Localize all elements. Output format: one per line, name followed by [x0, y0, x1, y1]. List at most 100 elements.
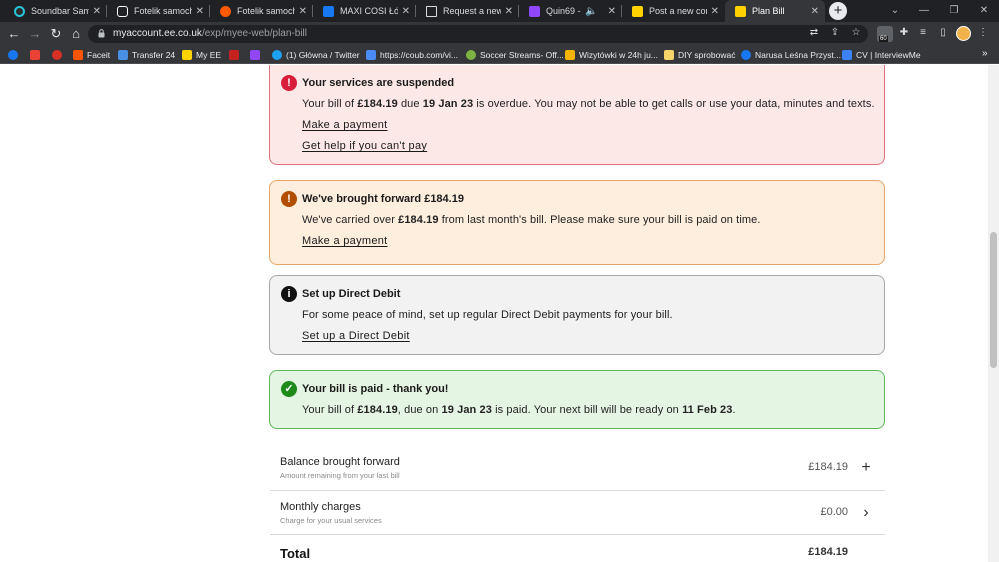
notice-title: We've brought forward £184.19 [302, 193, 464, 205]
close-tab-icon[interactable]: ✕ [299, 6, 307, 17]
coub-icon [366, 50, 376, 60]
share-icon[interactable]: ⇪ [828, 26, 842, 40]
menu-kebab-icon[interactable]: ⋮ [976, 26, 990, 40]
square-outline-icon [117, 5, 128, 17]
total-row: Total £184.19 [270, 543, 885, 562]
bookmark-soccer-streams[interactable]: Soccer Streams- Off... [466, 48, 564, 62]
tab-maxi-cosi[interactable]: MAXI COSI Łóżec ✕ [313, 0, 416, 22]
bookmark-diy[interactable]: DIY sprobować [664, 48, 735, 62]
back-icon[interactable]: ← [4, 24, 24, 44]
address-bar[interactable]: myaccount.ee.co.uk/exp/myee-web/plan-bil… [88, 25, 868, 43]
setup-direct-debit-link[interactable]: Set up a Direct Debit [302, 330, 410, 342]
bookmark-coub[interactable]: https://coub.com/vi... [366, 48, 458, 62]
extensions-puzzle-icon[interactable]: ✚ [897, 26, 911, 40]
pinned-red-icon [229, 50, 239, 60]
profile-avatar[interactable] [956, 26, 971, 41]
tab-fotelik-2[interactable]: Fotelik samochod ✕ [210, 0, 313, 22]
url-text: myaccount.ee.co.uk/exp/myee-web/plan-bil… [113, 28, 307, 39]
ee-icon [735, 5, 746, 17]
bookmark-item[interactable] [30, 48, 44, 62]
home-icon[interactable]: ⌂ [66, 24, 86, 44]
twitter-icon [272, 50, 282, 60]
tab-quin69[interactable]: Quin69 - Twi 🔈 ✕ [519, 0, 622, 22]
make-payment-link[interactable]: Make a payment [302, 119, 388, 131]
tab-request-account[interactable]: Request a new ac ✕ [416, 0, 519, 22]
total-label: Total [280, 546, 311, 561]
bookmark-item[interactable] [52, 48, 66, 62]
gmail-icon [30, 50, 40, 60]
plan-bill-page: ! Your services are suspended Your bill … [0, 65, 988, 562]
notice-title: Set up Direct Debit [302, 288, 401, 300]
tab-search-icon[interactable]: ⌄ [881, 0, 909, 22]
twitch-icon [250, 50, 260, 60]
direct-debit-notice: i Set up Direct Debit For some peace of … [269, 275, 885, 355]
close-tab-icon[interactable]: ✕ [711, 6, 719, 17]
forward-icon[interactable]: → [25, 24, 45, 44]
transfer-icon [118, 50, 128, 60]
bookmark-item[interactable] [250, 48, 264, 62]
bookmark-wizytowki[interactable]: Wizytówki w 24h ju... [565, 48, 658, 62]
mute-icon[interactable]: 🔈 [585, 6, 597, 17]
soccer-icon [466, 50, 476, 60]
media-control-icon[interactable]: ≡ [916, 26, 930, 40]
row-label: Balance brought forward [280, 456, 400, 468]
tab-fotelik-1[interactable]: Fotelik samochod ✕ [107, 0, 210, 22]
info-icon: i [281, 286, 297, 302]
interviewme-icon [842, 50, 852, 60]
bookmark-faceit[interactable]: Faceit [73, 48, 110, 62]
facebook-icon [8, 50, 18, 60]
balance-brought-forward-row[interactable]: Balance brought forward Amount remaining… [270, 447, 885, 491]
bookmark-item[interactable] [229, 48, 243, 62]
warning-icon: ! [281, 191, 297, 207]
faceit-icon [73, 50, 83, 60]
ee-icon [632, 5, 643, 17]
bookmark-star-icon[interactable]: ☆ [849, 26, 863, 40]
close-tab-icon[interactable]: ✕ [196, 6, 204, 17]
page-scrollbar[interactable] [988, 65, 999, 562]
tab-soundbar[interactable]: Soundbar Samsu ✕ [4, 0, 107, 22]
close-tab-icon[interactable]: ✕ [811, 6, 819, 17]
bookmark-item[interactable] [8, 48, 22, 62]
checkmark-icon: ✓ [281, 381, 297, 397]
lock-icon [98, 29, 105, 38]
close-tab-icon[interactable]: ✕ [402, 6, 410, 17]
row-value: £0.00 [820, 506, 848, 518]
close-tab-icon[interactable]: ✕ [93, 6, 101, 17]
more-bookmarks-icon[interactable]: » [982, 48, 988, 59]
notice-body: Your bill of £184.19, due on 19 Jan 23 i… [302, 404, 736, 416]
monthly-charges-row[interactable]: Monthly charges Charge for your usual se… [270, 491, 885, 535]
close-tab-icon[interactable]: ✕ [505, 6, 513, 17]
card-icon [565, 50, 575, 60]
extension-ublock-icon[interactable]: 60 [877, 26, 893, 42]
minimize-icon[interactable]: — [910, 0, 938, 22]
translate-icon[interactable]: ⇄ [807, 26, 821, 40]
bill-paid-notice: ✓ Your bill is paid - thank you! Your bi… [269, 370, 885, 429]
notice-body: We've carried over £184.19 from last mon… [302, 214, 761, 226]
bookmark-transfer24[interactable]: Transfer 24 [118, 48, 175, 62]
side-panel-icon[interactable]: ▯ [936, 26, 950, 40]
bookmark-my-ee[interactable]: My EE [182, 48, 221, 62]
tidal-icon [14, 5, 25, 17]
reload-icon[interactable]: ↻ [46, 24, 66, 44]
new-tab-button[interactable]: + [829, 2, 847, 20]
tab-plan-bill[interactable]: Plan Bill ✕ [725, 0, 825, 22]
close-tab-icon[interactable]: ✕ [608, 6, 616, 17]
twitch-icon [529, 5, 540, 17]
bookmarks-bar: Faceit Transfer 24 My EE (1) Główna / Tw… [0, 46, 999, 64]
chevron-right-icon[interactable]: › [859, 505, 873, 521]
bookmark-twitter[interactable]: (1) Główna / Twitter [272, 48, 360, 62]
maximize-icon[interactable]: ❐ [940, 0, 968, 22]
bookmark-interviewme[interactable]: CV | InterviewMe [842, 48, 921, 62]
plus-icon[interactable]: + [859, 460, 873, 476]
brought-forward-notice: ! We've brought forward £184.19 We've ca… [269, 180, 885, 265]
get-help-link[interactable]: Get help if you can't pay [302, 140, 427, 152]
close-window-icon[interactable]: ✕ [970, 0, 998, 22]
facebook-icon [741, 50, 751, 60]
error-icon: ! [281, 75, 297, 91]
tab-post-comment[interactable]: Post a new comm ✕ [622, 0, 725, 22]
bookmark-narusa[interactable]: Narusa Leśna Przyst... [741, 48, 841, 62]
scrollbar-thumb[interactable] [990, 232, 997, 368]
browser-tab-strip: Soundbar Samsu ✕ Fotelik samochod ✕ Fote… [0, 0, 999, 22]
make-payment-link[interactable]: Make a payment [302, 235, 388, 247]
total-value: £184.19 [808, 546, 848, 558]
